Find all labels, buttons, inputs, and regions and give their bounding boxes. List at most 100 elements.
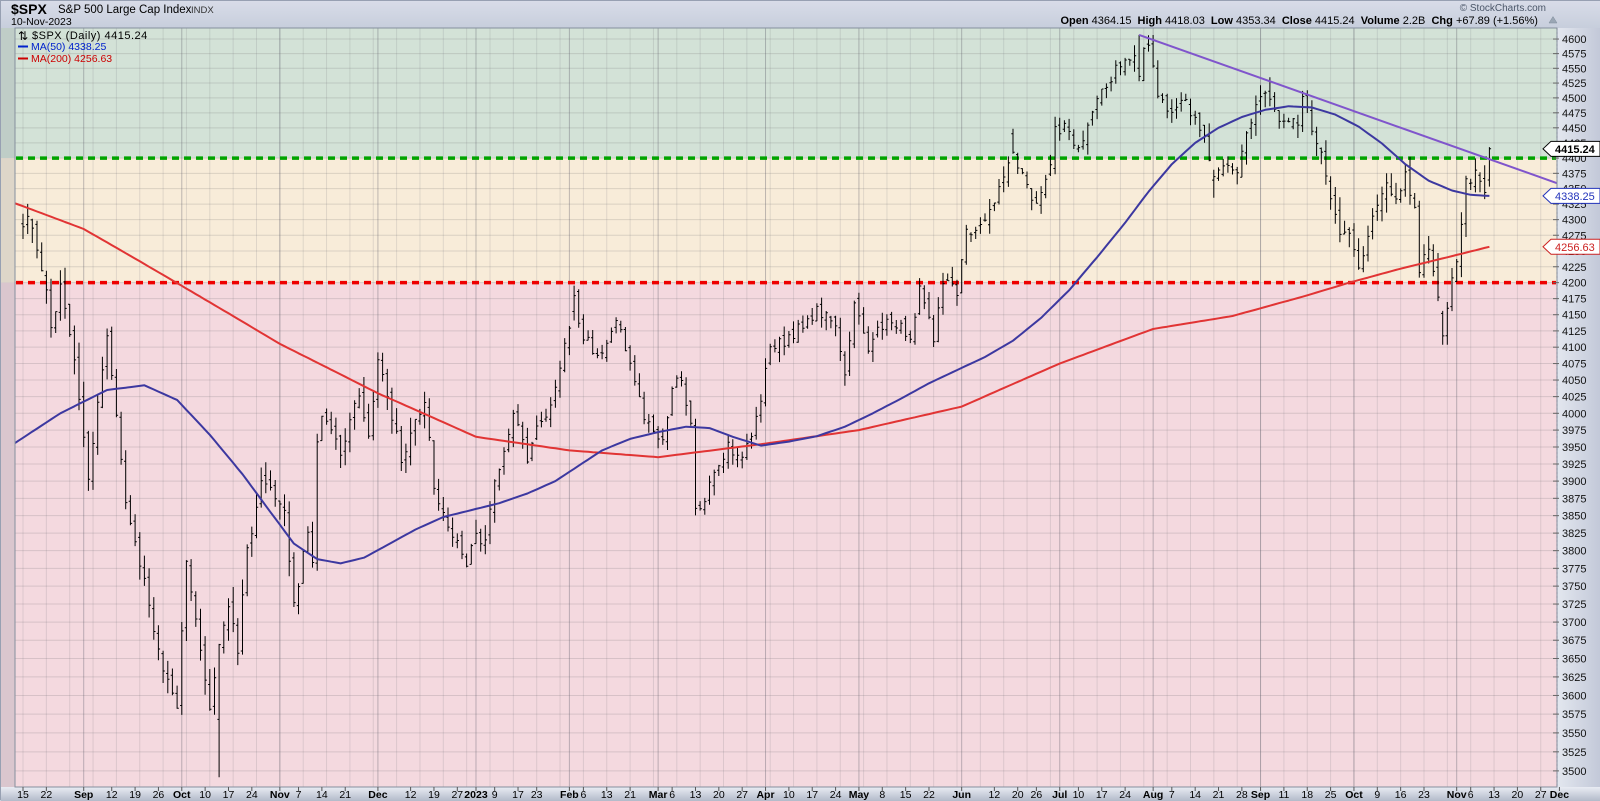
x-axis-label: 6 <box>1468 789 1474 801</box>
x-axis-label: 19 <box>129 789 141 801</box>
x-axis-label: 21 <box>339 789 351 801</box>
quote-label: High <box>1138 15 1166 27</box>
x-axis-label: 24 <box>246 789 258 801</box>
symbol-name: S&P 500 Large Cap Index <box>58 4 192 16</box>
y-axis-label: 3525 <box>1562 747 1586 759</box>
legend-ma50: MA(50) 4338.25 <box>31 41 106 53</box>
x-axis-label: 28 <box>1236 789 1248 801</box>
y-axis-label: 4100 <box>1562 342 1586 354</box>
quote-value: 4415.24 <box>1315 15 1361 27</box>
x-axis-label: 11 <box>1278 789 1289 801</box>
left-gutter <box>1 28 15 787</box>
stockcharts-chart-window: 3500352535503575360036253650367537003725… <box>0 0 1600 800</box>
overbought-zone <box>1 28 1557 158</box>
x-axis-label: Dec <box>368 789 387 801</box>
y-axis-label: 4075 <box>1562 359 1586 371</box>
x-axis-label: 10 <box>1073 789 1085 801</box>
y-axis-label: 3725 <box>1562 599 1586 611</box>
x-axis-label: 22 <box>923 789 935 801</box>
ma200-price-flag: 4256.63 <box>1543 239 1600 254</box>
x-axis-label: 21 <box>624 789 636 801</box>
x-axis-label: 7 <box>296 789 302 801</box>
x-axis-label: 19 <box>428 789 440 801</box>
x-axis-label: 20 <box>1512 789 1524 801</box>
quote-value: 4353.34 <box>1236 15 1282 27</box>
x-axis-label: 14 <box>1189 789 1201 801</box>
x-axis-label: 7 <box>1169 789 1175 801</box>
y-axis-label: 3900 <box>1562 476 1586 488</box>
quote-value: +67.89 (+1.56%) <box>1456 15 1544 27</box>
quote-label: Volume <box>1361 15 1403 27</box>
y-axis-label: 4550 <box>1562 63 1586 75</box>
x-axis-label: 13 <box>601 789 613 801</box>
quote-label: Close <box>1282 15 1315 27</box>
price-zones <box>1 28 1557 787</box>
y-axis-label: 3975 <box>1562 425 1586 437</box>
y-axis-label: 4500 <box>1562 93 1586 105</box>
quote-line: Open 4364.15 High 4418.03 Low 4353.34 Cl… <box>1061 15 1545 27</box>
y-axis-label: 3650 <box>1562 654 1586 666</box>
symbol-exchange: INDX <box>191 5 214 16</box>
y-axis-label: 3950 <box>1562 442 1586 454</box>
quote-value: 4364.15 <box>1092 15 1138 27</box>
y-axis-label: 4600 <box>1562 34 1586 46</box>
x-axis-label: Jun <box>952 789 971 801</box>
x-axis-label: 21 <box>1213 789 1225 801</box>
x-axis-label: 13 <box>1488 789 1500 801</box>
x-axis-label: Aug <box>1143 789 1163 801</box>
x-axis-label: Oct <box>1345 789 1363 801</box>
x-axis-label: 24 <box>830 789 842 801</box>
y-axis-label: 4450 <box>1562 123 1586 135</box>
x-axis-label: 27 <box>736 789 748 801</box>
chart-date: 10-Nov-2023 <box>11 16 72 28</box>
x-axis-label: Mar <box>649 789 668 801</box>
x-axis-label: Oct <box>173 789 191 801</box>
updown-icon[interactable]: ⇅ <box>18 29 28 43</box>
y-axis-label: 3850 <box>1562 511 1586 523</box>
legend-ma200: MA(200) 4256.63 <box>31 53 112 65</box>
x-axis-label: Sep <box>74 789 93 801</box>
x-axis-label: 8 <box>879 789 885 801</box>
x-axis-label: 9 <box>1374 789 1380 801</box>
x-axis-label: 17 <box>223 789 235 801</box>
x-axis-label: 6 <box>580 789 586 801</box>
close-price-flag: 4415.24 <box>1543 141 1600 156</box>
x-axis-label: 15 <box>17 789 29 801</box>
x-axis-label: 16 <box>1395 789 1407 801</box>
y-axis-label: 4025 <box>1562 392 1586 404</box>
x-axis-label: 17 <box>806 789 818 801</box>
x-axis-label: Sep <box>1251 789 1270 801</box>
neutral-zone <box>1 158 1557 283</box>
ma200-price-flag-value: 4256.63 <box>1555 242 1595 254</box>
y-axis-label: 4200 <box>1562 278 1586 290</box>
x-axis-label: 25 <box>1325 789 1337 801</box>
y-axis-label: 4050 <box>1562 375 1586 387</box>
y-axis-label: 3500 <box>1562 766 1586 778</box>
y-axis-label: 4125 <box>1562 326 1586 338</box>
y-axis-label: 3775 <box>1562 563 1586 575</box>
x-axis-label: Nov <box>270 789 290 801</box>
x-axis-label: 14 <box>316 789 328 801</box>
y-axis-label: 4375 <box>1562 168 1586 180</box>
x-axis-label: 22 <box>41 789 53 801</box>
y-axis-label: 4175 <box>1562 294 1586 306</box>
x-axis-label: Dec <box>1550 789 1569 801</box>
quote-value: 4418.03 <box>1165 15 1211 27</box>
symbol-title: $SPX <box>11 1 47 17</box>
x-axis-label: 13 <box>690 789 702 801</box>
x-axis-label: 18 <box>1301 789 1313 801</box>
y-axis-label: 3700 <box>1562 617 1586 629</box>
copyright: © StockCharts.com <box>1460 3 1546 14</box>
y-axis-label: 3600 <box>1562 690 1586 702</box>
x-axis-label: 20 <box>1012 789 1024 801</box>
x-axis-label: 27 <box>451 789 463 801</box>
x-axis-label: 27 <box>1535 789 1547 801</box>
x-axis-label: 6 <box>669 789 675 801</box>
x-axis-label: 9 <box>492 789 498 801</box>
price-chart[interactable]: 3500352535503575360036253650367537003725… <box>1 1 1600 801</box>
x-axis-label: 12 <box>989 789 1001 801</box>
x-axis-label: 26 <box>1031 789 1043 801</box>
x-axis-label: 26 <box>153 789 165 801</box>
y-axis-label: 4475 <box>1562 108 1586 120</box>
x-axis-label: Feb <box>560 789 579 801</box>
